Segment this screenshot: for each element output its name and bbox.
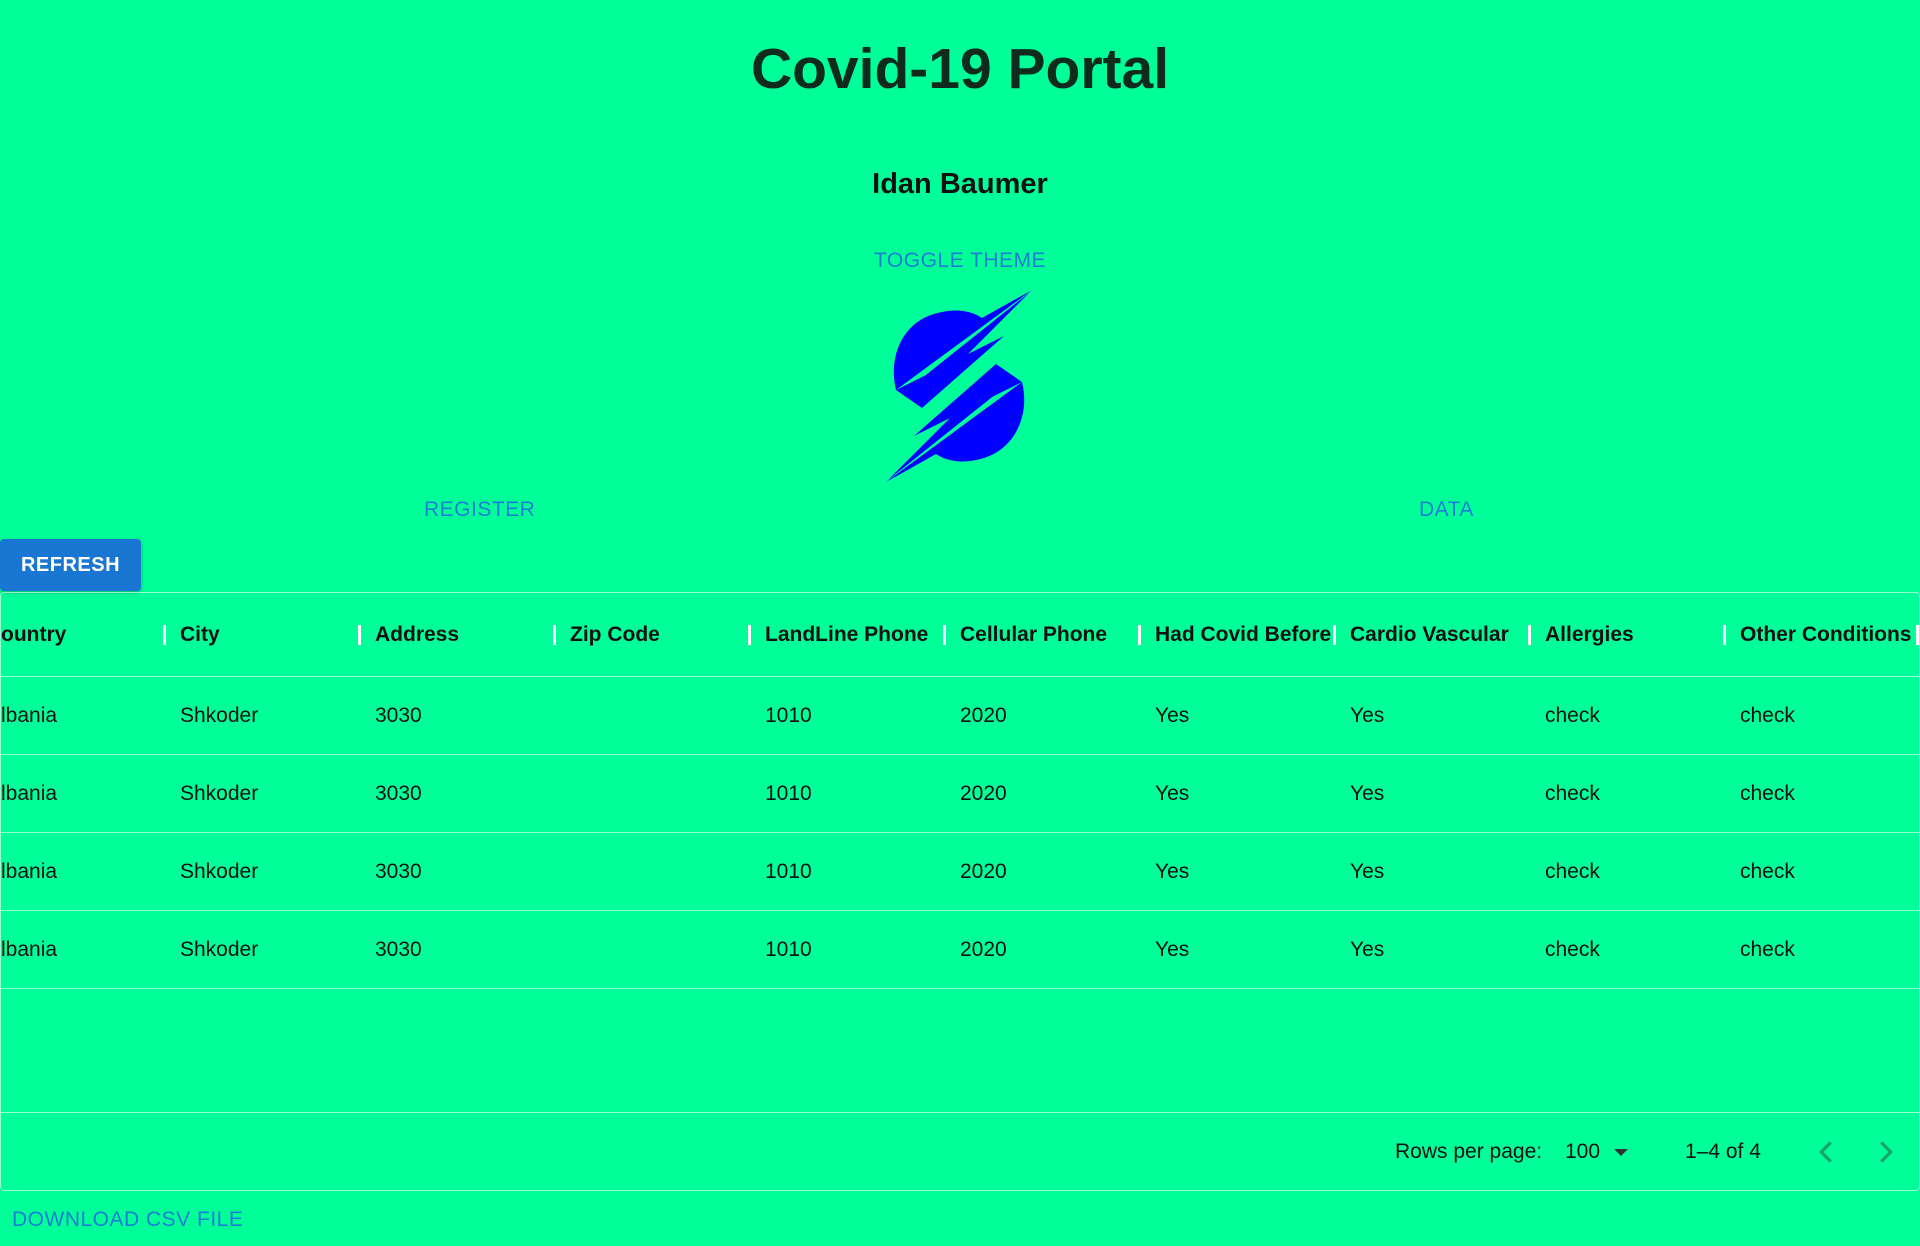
cell-country: lbania [1, 860, 58, 883]
column-header-had-covid-before[interactable]: Had Covid Before [1155, 593, 1331, 676]
caret-down-icon [1614, 1148, 1629, 1156]
cell-city: Shkoder [180, 782, 259, 805]
column-header-city[interactable]: City [180, 593, 220, 676]
cell-landline-phone: 1010 [765, 938, 812, 961]
cell-allergies: check [1545, 938, 1600, 961]
rows-per-page-label: Rows per page: [1395, 1140, 1543, 1163]
cell-had-covid-before: Yes [1155, 938, 1190, 961]
cell-city: Shkoder [180, 860, 259, 883]
cell-had-covid-before: Yes [1155, 860, 1190, 883]
cell-address: 3030 [375, 782, 422, 805]
cell-cardio-vascular: Yes [1350, 704, 1385, 727]
table-row[interactable]: lbania Shkoder 3030 1010 2020 Yes Yes ch… [1, 911, 1919, 989]
column-separator[interactable] [1333, 625, 1336, 645]
previous-page-button[interactable] [1807, 1133, 1845, 1171]
column-separator[interactable] [553, 625, 556, 645]
cell-other-conditions: check [1740, 938, 1795, 961]
cell-cardio-vascular: Yes [1350, 782, 1385, 805]
column-separator[interactable] [1723, 625, 1726, 645]
refresh-button[interactable]: REFRESH [0, 539, 141, 591]
nav-register-link[interactable]: REGISTER [424, 498, 535, 522]
cell-other-conditions: check [1740, 704, 1795, 727]
table-row[interactable]: lbania Shkoder 3030 1010 2020 Yes Yes ch… [1, 677, 1919, 755]
user-name: Idan Baumer [872, 168, 1048, 200]
toggle-theme-button[interactable]: TOGGLE THEME [874, 249, 1046, 273]
cell-address: 3030 [375, 704, 422, 727]
column-separator[interactable] [748, 625, 751, 645]
cell-landline-phone: 1010 [765, 860, 812, 883]
cell-cardio-vascular: Yes [1350, 938, 1385, 961]
cell-cellular-phone: 2020 [960, 782, 1007, 805]
column-header-zip-code[interactable]: Zip Code [570, 593, 660, 676]
column-separator[interactable] [1916, 625, 1919, 645]
column-separator[interactable] [358, 625, 361, 645]
table-row[interactable]: lbania Shkoder 3030 1010 2020 Yes Yes ch… [1, 755, 1919, 833]
column-header-other-conditions[interactable]: Other Conditions [1740, 593, 1912, 676]
cell-cellular-phone: 2020 [960, 704, 1007, 727]
cell-allergies: check [1545, 860, 1600, 883]
column-separator[interactable] [163, 625, 166, 645]
cell-address: 3030 [375, 938, 422, 961]
toggle-theme-wrapper: TOGGLE THEME [0, 249, 1920, 273]
column-separator[interactable] [943, 625, 946, 645]
column-separator[interactable] [1528, 625, 1531, 645]
cell-landline-phone: 1010 [765, 782, 812, 805]
column-header-landline-phone[interactable]: LandLine Phone [765, 593, 928, 676]
table-row[interactable]: lbania Shkoder 3030 1010 2020 Yes Yes ch… [1, 833, 1919, 911]
pagination-range: 1–4 of 4 [1685, 1140, 1761, 1163]
next-page-button[interactable] [1867, 1133, 1905, 1171]
download-csv-button[interactable]: DOWNLOAD CSV FILE [12, 1208, 243, 1232]
grid-header: ountry City Address Zip Code LandLine Ph… [1, 593, 1919, 677]
cell-landline-phone: 1010 [765, 704, 812, 727]
cell-country: lbania [1, 782, 58, 805]
cell-city: Shkoder [180, 704, 259, 727]
page-title: Covid-19 Portal [750, 37, 1170, 101]
column-separator[interactable] [1138, 625, 1141, 645]
cell-country: lbania [1, 938, 58, 961]
cell-cellular-phone: 2020 [960, 938, 1007, 961]
cell-allergies: check [1545, 782, 1600, 805]
column-header-cellular-phone[interactable]: Cellular Phone [960, 593, 1107, 676]
column-header-country[interactable]: ountry [1, 593, 66, 676]
cell-had-covid-before: Yes [1155, 782, 1190, 805]
grid-footer: Rows per page: 100 1–4 of 4 [1, 1112, 1919, 1190]
cell-address: 3030 [375, 860, 422, 883]
cell-cellular-phone: 2020 [960, 860, 1007, 883]
rows-per-page-select[interactable]: 100 [1565, 1113, 1629, 1190]
column-header-address[interactable]: Address [375, 593, 459, 676]
cell-other-conditions: check [1740, 860, 1795, 883]
cell-cardio-vascular: Yes [1350, 860, 1385, 883]
cell-other-conditions: check [1740, 782, 1795, 805]
column-header-allergies[interactable]: Allergies [1545, 593, 1634, 676]
lightning-logo-icon [886, 290, 1032, 482]
cell-country: lbania [1, 704, 58, 727]
column-header-cardio-vascular[interactable]: Cardio Vascular [1350, 593, 1509, 676]
data-grid: ountry City Address Zip Code LandLine Ph… [0, 592, 1920, 1191]
cell-allergies: check [1545, 704, 1600, 727]
nav-data-link[interactable]: DATA [1419, 498, 1474, 522]
cell-city: Shkoder [180, 938, 259, 961]
cell-had-covid-before: Yes [1155, 704, 1190, 727]
chevron-right-icon [1880, 1141, 1893, 1163]
rows-per-page-value: 100 [1565, 1140, 1601, 1163]
page: Covid-19 Portal Idan Baumer TOGGLE THEME… [0, 0, 1920, 1246]
chevron-left-icon [1819, 1141, 1832, 1163]
